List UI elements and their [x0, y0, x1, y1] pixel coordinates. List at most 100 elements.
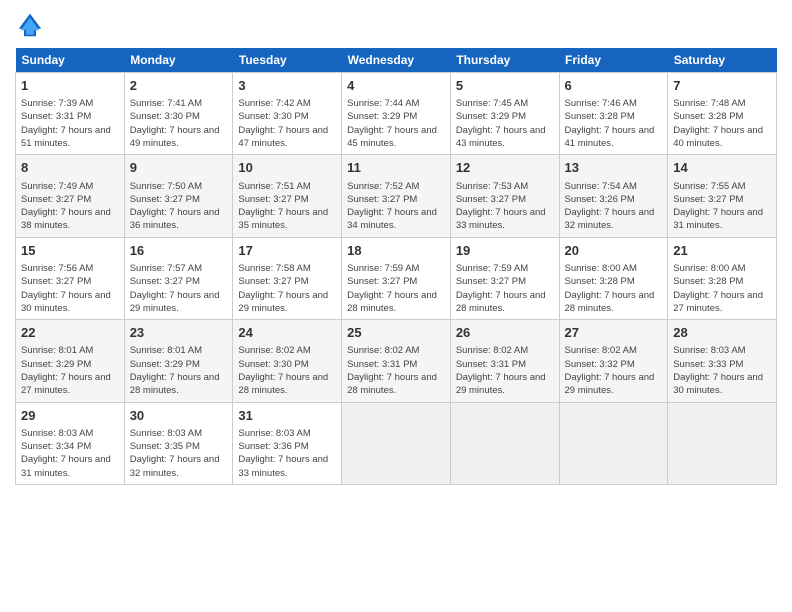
day-number: 13	[565, 159, 663, 177]
calendar-cell: 3 Sunrise: 7:42 AMSunset: 3:30 PMDaylight…	[233, 73, 342, 155]
cell-info: Sunrise: 7:46 AMSunset: 3:28 PMDaylight:…	[565, 97, 663, 150]
cell-info: Sunrise: 8:02 AMSunset: 3:31 PMDaylight:…	[456, 344, 554, 397]
day-number: 6	[565, 77, 663, 95]
day-number: 5	[456, 77, 554, 95]
col-header-wednesday: Wednesday	[342, 48, 451, 73]
calendar-cell: 2 Sunrise: 7:41 AMSunset: 3:30 PMDaylight…	[124, 73, 233, 155]
calendar-cell: 8 Sunrise: 7:49 AMSunset: 3:27 PMDaylight…	[16, 155, 125, 237]
cell-info: Sunrise: 7:53 AMSunset: 3:27 PMDaylight:…	[456, 180, 554, 233]
day-number: 4	[347, 77, 445, 95]
calendar-cell: 17Sunrise: 7:58 AMSunset: 3:27 PMDayligh…	[233, 237, 342, 319]
calendar-cell: 12 Sunrise: 7:53 AMSunset: 3:27 PMDayligh…	[450, 155, 559, 237]
cell-info: Sunrise: 8:03 AMSunset: 3:34 PMDaylight:…	[21, 427, 119, 480]
cell-info: Sunrise: 8:03 AMSunset: 3:36 PMDaylight:…	[238, 427, 336, 480]
calendar-cell: 31 Sunrise: 8:03 AMSunset: 3:36 PMDayligh…	[233, 402, 342, 484]
cell-info: Sunrise: 8:01 AMSunset: 3:29 PMDaylight:…	[21, 344, 119, 397]
cell-info: Sunrise: 7:44 AMSunset: 3:29 PMDaylight:…	[347, 97, 445, 150]
calendar-cell: 10 Sunrise: 7:51 AMSunset: 3:27 PMDayligh…	[233, 155, 342, 237]
col-header-thursday: Thursday	[450, 48, 559, 73]
calendar-cell	[559, 402, 668, 484]
day-number: 18	[347, 242, 445, 260]
cell-info: Sunrise: 7:51 AMSunset: 3:27 PMDaylight:…	[238, 180, 336, 233]
week-row-3: 15 Sunrise: 7:56 AMSunset: 3:27 PMDayligh…	[16, 237, 777, 319]
week-row-2: 8 Sunrise: 7:49 AMSunset: 3:27 PMDaylight…	[16, 155, 777, 237]
day-number: 11	[347, 159, 445, 177]
calendar-cell: 7 Sunrise: 7:48 AMSunset: 3:28 PMDaylight…	[668, 73, 777, 155]
cell-info: Sunrise: 7:52 AMSunset: 3:27 PMDaylight:…	[347, 180, 445, 233]
col-header-friday: Friday	[559, 48, 668, 73]
cell-info: Sunrise: 7:42 AMSunset: 3:30 PMDaylight:…	[238, 97, 336, 150]
calendar-cell: 23Sunrise: 8:01 AMSunset: 3:29 PMDayligh…	[124, 320, 233, 402]
calendar-cell: 11 Sunrise: 7:52 AMSunset: 3:27 PMDayligh…	[342, 155, 451, 237]
calendar-cell: 1 Sunrise: 7:39 AMSunset: 3:31 PMDaylight…	[16, 73, 125, 155]
day-number: 25	[347, 324, 445, 342]
col-header-monday: Monday	[124, 48, 233, 73]
calendar-cell: 22 Sunrise: 8:01 AMSunset: 3:29 PMDayligh…	[16, 320, 125, 402]
cell-info: Sunrise: 7:45 AMSunset: 3:29 PMDaylight:…	[456, 97, 554, 150]
week-row-1: 1 Sunrise: 7:39 AMSunset: 3:31 PMDaylight…	[16, 73, 777, 155]
week-row-4: 22 Sunrise: 8:01 AMSunset: 3:29 PMDayligh…	[16, 320, 777, 402]
calendar-cell: 4 Sunrise: 7:44 AMSunset: 3:29 PMDaylight…	[342, 73, 451, 155]
day-number: 19	[456, 242, 554, 260]
col-header-tuesday: Tuesday	[233, 48, 342, 73]
week-row-5: 29 Sunrise: 8:03 AMSunset: 3:34 PMDayligh…	[16, 402, 777, 484]
calendar-header-row: SundayMondayTuesdayWednesdayThursdayFrid…	[16, 48, 777, 73]
calendar-cell: 26 Sunrise: 8:02 AMSunset: 3:31 PMDayligh…	[450, 320, 559, 402]
cell-info: Sunrise: 7:39 AMSunset: 3:31 PMDaylight:…	[21, 97, 119, 150]
cell-info: Sunrise: 7:56 AMSunset: 3:27 PMDaylight:…	[21, 262, 119, 315]
day-number: 16	[130, 242, 228, 260]
calendar-cell	[342, 402, 451, 484]
cell-info: Sunrise: 7:58 AMSunset: 3:27 PMDaylight:…	[238, 262, 336, 315]
calendar-cell	[668, 402, 777, 484]
day-number: 29	[21, 407, 119, 425]
calendar-cell: 18 Sunrise: 7:59 AMSunset: 3:27 PMDayligh…	[342, 237, 451, 319]
calendar-cell: 28 Sunrise: 8:03 AMSunset: 3:33 PMDayligh…	[668, 320, 777, 402]
calendar-cell: 21 Sunrise: 8:00 AMSunset: 3:28 PMDayligh…	[668, 237, 777, 319]
day-number: 15	[21, 242, 119, 260]
day-number: 14	[673, 159, 771, 177]
calendar-cell: 14Sunrise: 7:55 AMSunset: 3:27 PMDayligh…	[668, 155, 777, 237]
logo-icon	[15, 10, 45, 40]
calendar-cell: 15 Sunrise: 7:56 AMSunset: 3:27 PMDayligh…	[16, 237, 125, 319]
cell-info: Sunrise: 8:00 AMSunset: 3:28 PMDaylight:…	[565, 262, 663, 315]
cell-info: Sunrise: 8:03 AMSunset: 3:33 PMDaylight:…	[673, 344, 771, 397]
cell-info: Sunrise: 8:03 AMSunset: 3:35 PMDaylight:…	[130, 427, 228, 480]
day-number: 21	[673, 242, 771, 260]
day-number: 23	[130, 324, 228, 342]
cell-info: Sunrise: 7:48 AMSunset: 3:28 PMDaylight:…	[673, 97, 771, 150]
day-number: 22	[21, 324, 119, 342]
col-header-sunday: Sunday	[16, 48, 125, 73]
cell-info: Sunrise: 7:50 AMSunset: 3:27 PMDaylight:…	[130, 180, 228, 233]
calendar-cell: 6 Sunrise: 7:46 AMSunset: 3:28 PMDaylight…	[559, 73, 668, 155]
cell-info: Sunrise: 7:54 AMSunset: 3:26 PMDaylight:…	[565, 180, 663, 233]
cell-info: Sunrise: 7:49 AMSunset: 3:27 PMDaylight:…	[21, 180, 119, 233]
calendar-cell: 30Sunrise: 8:03 AMSunset: 3:35 PMDayligh…	[124, 402, 233, 484]
calendar-cell: 5 Sunrise: 7:45 AMSunset: 3:29 PMDaylight…	[450, 73, 559, 155]
day-number: 12	[456, 159, 554, 177]
calendar-cell: 29 Sunrise: 8:03 AMSunset: 3:34 PMDayligh…	[16, 402, 125, 484]
day-number: 7	[673, 77, 771, 95]
page-container: SundayMondayTuesdayWednesdayThursdayFrid…	[0, 0, 792, 612]
day-number: 1	[21, 77, 119, 95]
day-number: 9	[130, 159, 228, 177]
day-number: 10	[238, 159, 336, 177]
cell-info: Sunrise: 7:41 AMSunset: 3:30 PMDaylight:…	[130, 97, 228, 150]
logo	[15, 10, 49, 40]
day-number: 28	[673, 324, 771, 342]
cell-info: Sunrise: 7:59 AMSunset: 3:27 PMDaylight:…	[347, 262, 445, 315]
cell-info: Sunrise: 7:59 AMSunset: 3:27 PMDaylight:…	[456, 262, 554, 315]
cell-info: Sunrise: 8:00 AMSunset: 3:28 PMDaylight:…	[673, 262, 771, 315]
day-number: 24	[238, 324, 336, 342]
calendar-cell: 25Sunrise: 8:02 AMSunset: 3:31 PMDayligh…	[342, 320, 451, 402]
day-number: 31	[238, 407, 336, 425]
calendar-cell: 24Sunrise: 8:02 AMSunset: 3:30 PMDayligh…	[233, 320, 342, 402]
calendar-cell: 16Sunrise: 7:57 AMSunset: 3:27 PMDayligh…	[124, 237, 233, 319]
calendar-table: SundayMondayTuesdayWednesdayThursdayFrid…	[15, 48, 777, 485]
calendar-cell: 13 Sunrise: 7:54 AMSunset: 3:26 PMDayligh…	[559, 155, 668, 237]
day-number: 2	[130, 77, 228, 95]
day-number: 8	[21, 159, 119, 177]
day-number: 3	[238, 77, 336, 95]
col-header-saturday: Saturday	[668, 48, 777, 73]
day-number: 26	[456, 324, 554, 342]
calendar-cell: 20Sunrise: 8:00 AMSunset: 3:28 PMDayligh…	[559, 237, 668, 319]
